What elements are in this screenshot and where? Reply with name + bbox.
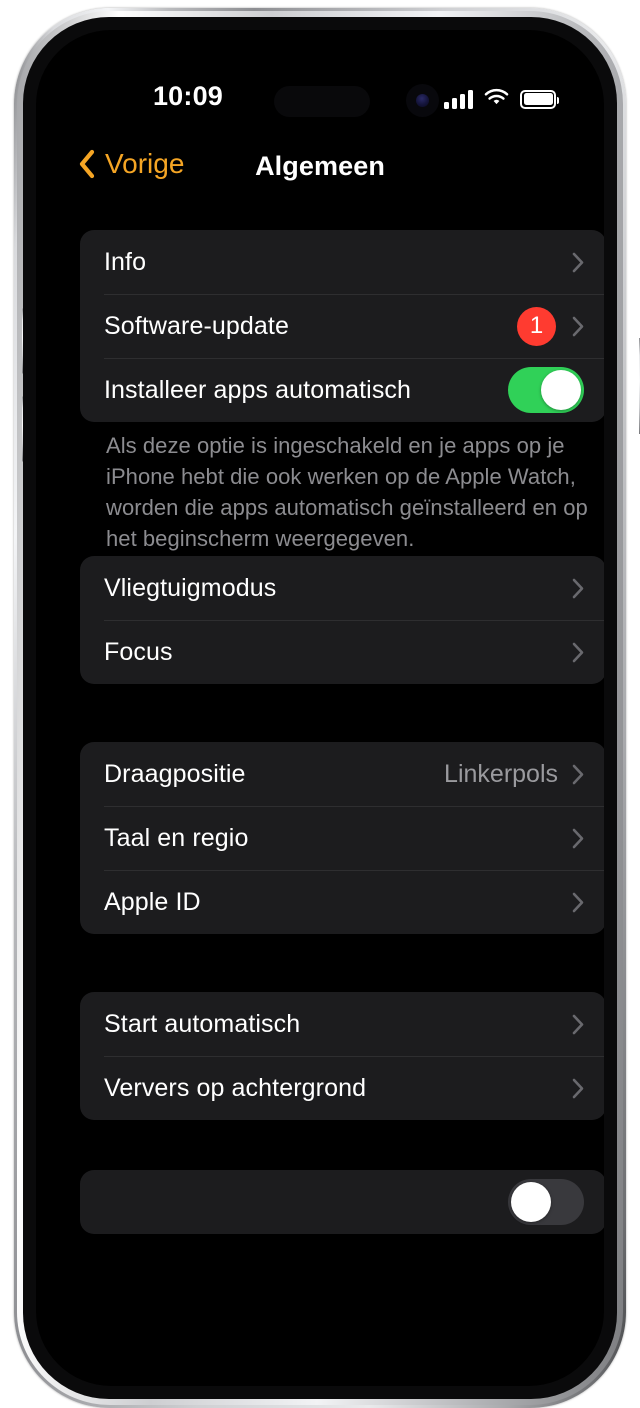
phone-bezel: 10:09 Vorige Algemeen Info Software-upda…	[23, 17, 617, 1399]
front-camera-cutout	[406, 84, 439, 117]
phone-screen: 10:09 Vorige Algemeen Info Software-upda…	[36, 30, 604, 1386]
settings-row-background-refresh[interactable]: Ververs op achtergrond	[80, 1056, 604, 1120]
group-footnote: Als deze optie is ingeschakeld en je app…	[106, 433, 588, 551]
status-bar: 10:09	[36, 30, 604, 126]
navigation-bar: Vorige Algemeen	[36, 134, 604, 202]
auto-install-apps-toggle[interactable]	[508, 367, 584, 413]
page-title: Algemeen	[255, 151, 385, 181]
settings-group-4: Start automatisch Ververs op achtergrond	[80, 992, 604, 1120]
chevron-right-icon	[572, 1014, 584, 1034]
row-label: Taal en regio	[104, 823, 249, 852]
phone-frame: 10:09 Vorige Algemeen Info Software-upda…	[14, 8, 640, 1408]
battery-fill	[523, 93, 553, 105]
settings-group-2: Vliegtuigmodus Focus	[80, 556, 604, 684]
row-label: Installeer apps automatisch	[104, 375, 412, 404]
row-label: Ververs op achtergrond	[104, 1073, 367, 1102]
row-label: Draagpositie	[104, 759, 246, 788]
settings-row-info[interactable]: Info	[80, 230, 604, 294]
row-value: Linkerpols	[444, 759, 558, 788]
settings-row-auto-launch[interactable]: Start automatisch	[80, 992, 604, 1056]
wifi-icon	[484, 87, 509, 112]
battery-icon	[520, 89, 559, 109]
toggle-knob	[541, 370, 581, 410]
screenshot-stage: 10:09 Vorige Algemeen Info Software-upda…	[0, 0, 640, 1408]
row-label: Focus	[104, 637, 173, 666]
cellular-signal-icon	[444, 89, 473, 109]
chevron-right-icon	[572, 578, 584, 598]
settings-row-focus[interactable]: Focus	[80, 620, 604, 684]
chevron-right-icon	[572, 892, 584, 912]
chevron-right-icon	[572, 642, 584, 662]
chevron-right-icon	[572, 764, 584, 784]
settings-list[interactable]: Info Software-update 1 Installeer apps a…	[36, 202, 604, 1386]
chevron-right-icon	[572, 316, 584, 336]
chevron-right-icon	[572, 252, 584, 272]
status-bar-clock: 10:09	[152, 81, 224, 111]
partial-row-toggle[interactable]	[508, 1179, 584, 1225]
row-label: Start automatisch	[104, 1009, 301, 1038]
settings-row-partial[interactable]	[80, 1170, 604, 1234]
row-label: Vliegtuigmodus	[104, 573, 277, 602]
settings-row-auto-install-apps[interactable]: Installeer apps automatisch	[80, 358, 604, 422]
settings-row-airplane-mode[interactable]: Vliegtuigmodus	[80, 556, 604, 620]
row-label: Apple ID	[104, 887, 201, 916]
settings-group-5-partial	[80, 1170, 604, 1234]
chevron-right-icon	[572, 1078, 584, 1098]
settings-row-software-update[interactable]: Software-update 1	[80, 294, 604, 358]
toggle-knob	[511, 1182, 551, 1222]
status-bar-indicators	[444, 84, 559, 114]
dynamic-island	[274, 86, 370, 117]
row-label: Info	[104, 247, 147, 276]
row-label: Software-update	[104, 311, 289, 340]
settings-group-3: Draagpositie Linkerpols Taal en regio Ap…	[80, 742, 604, 934]
status-badge: 1	[517, 306, 556, 346]
settings-group-1: Info Software-update 1 Installeer apps a…	[80, 230, 604, 422]
chevron-right-icon	[572, 828, 584, 848]
settings-row-apple-id[interactable]: Apple ID	[80, 870, 604, 934]
settings-row-language-region[interactable]: Taal en regio	[80, 806, 604, 870]
settings-row-wrist-position[interactable]: Draagpositie Linkerpols	[80, 742, 604, 806]
